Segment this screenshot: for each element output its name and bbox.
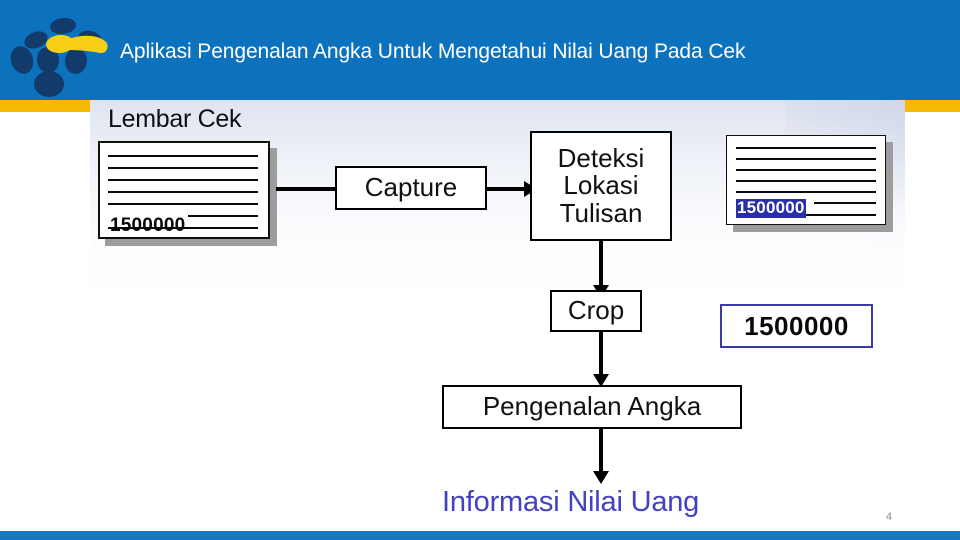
detected-sheet: 1500000 (726, 135, 886, 225)
cheque-amount-text: 1500000 (110, 215, 186, 236)
cheque-line (108, 191, 258, 193)
arrow-crop-to-pengenalan (599, 332, 603, 376)
cheque-line (108, 155, 258, 157)
cheque-line (108, 179, 258, 181)
arrow-pengenalan-to-informasi (599, 429, 603, 473)
cheque-line (736, 147, 876, 149)
page-number: 4 (885, 511, 892, 523)
detected-amount-highlight: 1500000 (736, 198, 806, 218)
node-deteksi-line-2: Lokasi (563, 170, 639, 201)
node-deteksi-line-1: Deteksi (557, 142, 645, 173)
slide-footer-bar (0, 531, 960, 540)
slide: Aplikasi Pengenalan Angka Untuk Mengetah… (0, 0, 960, 540)
arrow-sheet-to-capture (276, 187, 340, 191)
cheque-line (108, 203, 258, 205)
arrow-pengenalan-to-informasi-head (593, 471, 609, 484)
cropped-amount-box: 1500000 (720, 304, 873, 348)
diagram-image: Lembar Cek 1500000 Capture Deteksi Lokas… (90, 100, 905, 525)
page-title: Aplikasi Pengenalan Angka Untuk Mengetah… (120, 40, 746, 63)
final-output-text: Informasi Nilai Uang (442, 486, 700, 518)
cheque-line (736, 191, 876, 193)
arrow-deteksi-to-crop (599, 241, 603, 287)
cheque-sheet: 1500000 (98, 141, 270, 239)
node-crop[interactable]: Crop (550, 290, 642, 332)
node-deteksi-line-3: Tulisan (559, 197, 643, 228)
cheque-line (736, 169, 876, 171)
cheque-line (736, 180, 876, 182)
cheque-line (736, 158, 876, 160)
node-pengenalan-angka[interactable]: Pengenalan Angka (442, 385, 742, 429)
arrow-capture-to-deteksi (487, 187, 525, 191)
node-capture[interactable]: Capture (335, 166, 487, 210)
lembar-cek-caption: Lembar Cek (108, 105, 242, 133)
node-deteksi-lokasi-tulisan[interactable]: Deteksi Lokasi Tulisan (530, 131, 672, 241)
telkom-logo (8, 14, 116, 100)
cheque-line-short (814, 202, 876, 204)
cheque-line (108, 167, 258, 169)
cheque-line-short (188, 215, 258, 217)
